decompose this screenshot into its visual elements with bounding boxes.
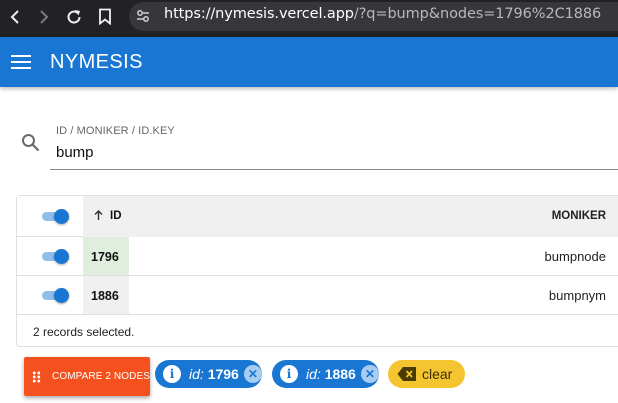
- forward-icon[interactable]: [33, 0, 55, 33]
- chip-value: 1886: [324, 366, 356, 382]
- remove-chip-icon[interactable]: ✕: [360, 365, 379, 383]
- search-label: ID / MONIKER / ID.KEY: [56, 125, 175, 137]
- url-host: https://nymesis.vercel.app: [164, 6, 354, 22]
- search-icon: [21, 133, 41, 157]
- table-row[interactable]: 1796 bumpnode: [17, 237, 618, 276]
- url-path: /?q=bump&nodes=1796%2C1886: [353, 6, 602, 22]
- row-select-toggle[interactable]: [42, 249, 69, 264]
- chip-key: id:: [189, 366, 204, 382]
- chip-key: id:: [306, 366, 321, 382]
- app-bar: NYMESIS: [0, 37, 618, 87]
- back-icon[interactable]: [4, 0, 26, 33]
- column-header-moniker[interactable]: MONIKER: [552, 210, 606, 222]
- clear-chip[interactable]: clear: [388, 360, 465, 388]
- selection-count: 2 records selected.: [33, 325, 135, 339]
- row-id: 1796: [91, 250, 119, 264]
- column-header-id[interactable]: ID: [110, 210, 122, 222]
- menu-icon[interactable]: [11, 52, 31, 72]
- info-icon[interactable]: i: [280, 365, 298, 383]
- reload-icon[interactable]: [62, 0, 86, 33]
- clear-label: clear: [422, 366, 453, 382]
- browser-toolbar: https://nymesis.vercel.app/?q=bump&nodes…: [0, 0, 618, 37]
- search-input[interactable]: [56, 141, 616, 163]
- url-text[interactable]: https://nymesis.vercel.app/?q=bump&nodes…: [164, 6, 601, 22]
- row-moniker: bumpnym: [548, 288, 606, 303]
- drag-handle-icon: [32, 371, 41, 382]
- table-header-row: ID MONIKER: [17, 196, 618, 237]
- table-row[interactable]: 1886 bumpnym: [17, 276, 618, 315]
- node-chip[interactable]: i id: 1886 ✕: [272, 360, 379, 388]
- search-underline: [50, 169, 618, 170]
- chip-value: 1796: [207, 366, 239, 382]
- row-moniker: bumpnode: [544, 249, 606, 264]
- row-id: 1886: [91, 289, 119, 303]
- node-chip[interactable]: i id: 1796 ✕: [155, 360, 262, 388]
- select-all-toggle[interactable]: [42, 209, 69, 224]
- backspace-icon: [397, 367, 416, 381]
- app-title: NYMESIS: [50, 51, 143, 73]
- info-icon[interactable]: i: [163, 365, 181, 383]
- row-select-toggle[interactable]: [42, 288, 69, 303]
- remove-chip-icon[interactable]: ✕: [243, 365, 262, 383]
- bookmark-icon[interactable]: [94, 0, 116, 33]
- results-table: ID MONIKER 1796 bumpnode 1886 bumpnym 2 …: [16, 195, 618, 347]
- site-settings-icon[interactable]: [135, 8, 151, 28]
- sort-ascending-icon[interactable]: [94, 210, 103, 224]
- compare-nodes-button[interactable]: COMPARE 2 NODES: [24, 357, 150, 396]
- compare-nodes-label: COMPARE 2 NODES: [52, 371, 150, 382]
